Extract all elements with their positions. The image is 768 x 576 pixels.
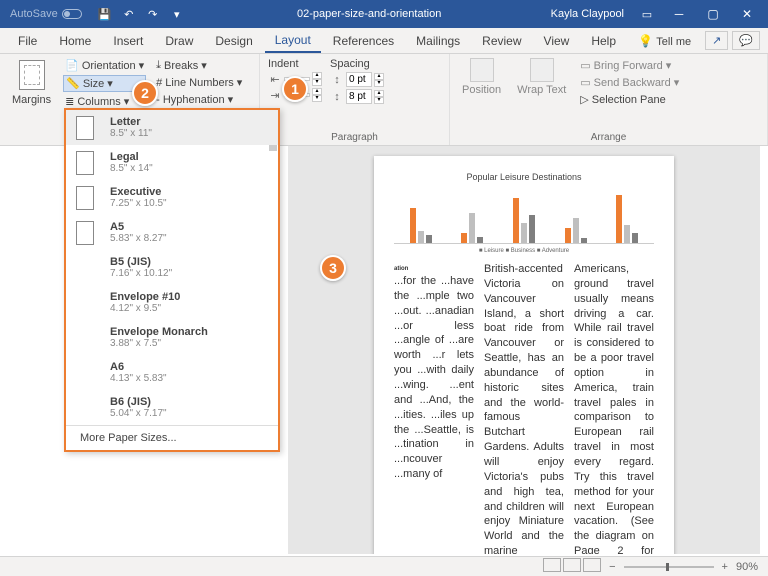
- size-option-envelope-10[interactable]: Envelope #104.12" x 9.5": [66, 285, 278, 320]
- size-option-a5[interactable]: A55.83" x 8.27": [66, 215, 278, 250]
- zoom-slider[interactable]: [624, 566, 714, 568]
- zoom-level[interactable]: 90%: [736, 561, 758, 573]
- tab-insert[interactable]: Insert: [103, 30, 153, 52]
- line-numbers-button[interactable]: # Line Numbers ▾: [154, 75, 244, 90]
- size-option-envelope-monarch[interactable]: Envelope Monarch3.88" x 7.5": [66, 320, 278, 355]
- margins-button[interactable]: Margins: [8, 58, 55, 130]
- column-3: Americans, ground travel usually means d…: [574, 262, 654, 554]
- tab-help[interactable]: Help: [581, 30, 626, 52]
- column-2: British-accented Victoria on Vancouver I…: [484, 262, 564, 554]
- tab-draw[interactable]: Draw: [155, 30, 203, 52]
- send-backward-button: ▭ Send Backward ▾: [578, 75, 681, 90]
- quick-access-toolbar: 💾 ↶ ↷ ▾: [94, 3, 188, 25]
- ribbon-tabs: File Home Insert Draw Design Layout Refe…: [0, 28, 768, 54]
- size-option-b5-jis-[interactable]: B5 (JIS)7.16" x 10.12": [66, 250, 278, 285]
- save-icon[interactable]: 💾: [94, 3, 116, 25]
- qat-more-icon[interactable]: ▾: [166, 3, 188, 25]
- tab-design[interactable]: Design: [205, 30, 262, 52]
- close-button[interactable]: ✕: [730, 0, 764, 28]
- callout-3: 3: [320, 255, 346, 281]
- document-title: 02-paper-size-and-orientation: [188, 8, 551, 20]
- size-option-executive[interactable]: Executive7.25" x 10.5": [66, 180, 278, 215]
- more-paper-sizes[interactable]: More Paper Sizes...: [66, 425, 278, 450]
- chart-legend: ■ Leisure ■ Business ■ Adventure: [394, 248, 654, 254]
- hyphenation-button[interactable]: - Hyphenation ▾: [154, 92, 244, 107]
- tell-me[interactable]: 💡 Tell me: [628, 30, 701, 52]
- title-bar: AutoSave 💾 ↶ ↷ ▾ 02-paper-size-and-orien…: [0, 0, 768, 28]
- size-option-b6-jis-[interactable]: B6 (JIS)5.04" x 7.17": [66, 390, 278, 425]
- undo-icon[interactable]: ↶: [118, 3, 140, 25]
- spacing-title: Spacing: [330, 58, 384, 70]
- tab-home[interactable]: Home: [49, 30, 101, 52]
- size-dropdown: Letter8.5" x 11"Legal8.5" x 14"Executive…: [64, 108, 280, 452]
- tab-references[interactable]: References: [323, 30, 404, 52]
- comments-button[interactable]: 💬: [732, 31, 760, 50]
- tab-review[interactable]: Review: [472, 30, 531, 52]
- window-controls: ─ ▢ ✕: [662, 0, 764, 28]
- chart-title: Popular Leisure Destinations: [394, 172, 654, 182]
- ribbon-options-icon[interactable]: ▭: [632, 8, 662, 21]
- redo-icon[interactable]: ↷: [142, 3, 164, 25]
- document-area[interactable]: Popular Leisure Destinations ■ Leisure ■…: [288, 146, 760, 554]
- share-button[interactable]: ↗: [705, 31, 728, 50]
- zoom-out[interactable]: −: [609, 561, 615, 573]
- callout-1: 1: [282, 76, 308, 102]
- spacing-before[interactable]: ↕0 pt▴▾: [330, 72, 384, 87]
- view-buttons[interactable]: [541, 558, 601, 575]
- document-page: Popular Leisure Destinations ■ Leisure ■…: [374, 156, 674, 554]
- status-bar: − + 90%: [0, 556, 768, 576]
- user-name[interactable]: Kayla Claypool: [551, 8, 624, 20]
- selection-pane-button[interactable]: ▷ Selection Pane: [578, 92, 681, 107]
- text-columns: ation...for the ...have the ...mple two …: [394, 262, 654, 554]
- tab-view[interactable]: View: [534, 30, 580, 52]
- zoom-in[interactable]: +: [722, 561, 728, 573]
- tab-file[interactable]: File: [8, 30, 47, 52]
- size-option-letter[interactable]: Letter8.5" x 11": [66, 110, 278, 145]
- callout-2: 2: [132, 80, 158, 106]
- chart: [394, 188, 654, 244]
- position-button: Position: [458, 58, 505, 130]
- indent-title: Indent: [268, 58, 322, 70]
- maximize-button[interactable]: ▢: [696, 0, 730, 28]
- tab-mailings[interactable]: Mailings: [406, 30, 470, 52]
- size-option-a6[interactable]: A64.13" x 5.83": [66, 355, 278, 390]
- minimize-button[interactable]: ─: [662, 0, 696, 28]
- paragraph-label: Paragraph: [268, 130, 441, 143]
- column-1: ation...for the ...have the ...mple two …: [394, 262, 474, 554]
- spacing-after[interactable]: ↕8 pt▴▾: [330, 89, 384, 104]
- bring-forward-button: ▭ Bring Forward ▾: [578, 58, 681, 73]
- wrap-text-button: Wrap Text: [513, 58, 570, 130]
- size-option-legal[interactable]: Legal8.5" x 14": [66, 145, 278, 180]
- margins-icon: [19, 60, 45, 90]
- autosave-toggle[interactable]: AutoSave: [10, 8, 82, 20]
- orientation-button[interactable]: 📄 Orientation ▾: [63, 58, 146, 73]
- tab-layout[interactable]: Layout: [265, 29, 321, 53]
- group-arrange: Position Wrap Text ▭ Bring Forward ▾ ▭ S…: [450, 54, 768, 145]
- arrange-label: Arrange: [458, 130, 759, 143]
- breaks-button[interactable]: ⤓ Breaks ▾: [154, 58, 244, 73]
